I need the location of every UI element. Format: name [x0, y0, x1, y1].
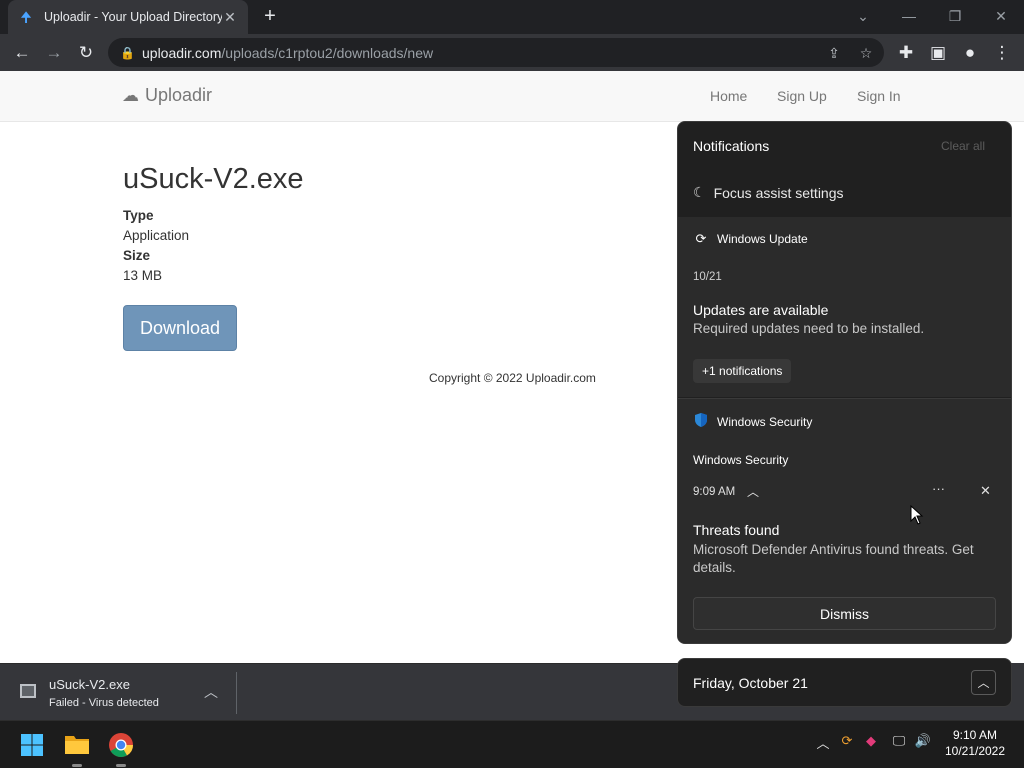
security-app-name: Windows Security [717, 414, 813, 429]
file-icon [20, 684, 36, 698]
focus-assist-link[interactable]: ☾ Focus assist settings [693, 184, 844, 201]
calendar-panel: Friday, October 21 ︿ [677, 658, 1012, 707]
download-button[interactable]: Download [123, 305, 237, 351]
taskbar: ︿ ⟳ ◆ 🖵 🔊 9:10 AM 10/21/2022 [0, 720, 1024, 768]
network-icon[interactable]: 🖵 [889, 733, 909, 749]
running-indicator [116, 764, 126, 767]
close-notification-icon[interactable]: ✕ [980, 483, 991, 499]
file-explorer-icon[interactable] [64, 732, 90, 758]
windows-start-icon[interactable] [20, 733, 44, 757]
system-clock[interactable]: 9:10 AM 10/21/2022 [938, 727, 1012, 759]
more-notifications-button[interactable]: +1 notifications [693, 359, 792, 383]
browser-toolbar: ← → ↻ 🔒 uploadir.com/uploads/c1rptou2/do… [0, 34, 1024, 71]
site-navbar: ☁ Uploadir Home Sign Up Sign In [0, 71, 1024, 122]
size-label: Size [123, 248, 151, 263]
chevron-up-icon[interactable]: ︿ [204, 682, 218, 702]
moon-icon: ☾ [693, 184, 706, 200]
size-value: 13 MB [123, 268, 163, 283]
close-tab-icon[interactable]: ✕ [222, 9, 238, 26]
volume-icon[interactable]: 🔊 [913, 733, 933, 749]
side-panel-icon[interactable]: ▣ [922, 34, 954, 71]
shield-icon [693, 412, 709, 431]
tab-search-icon[interactable]: ⌄ [840, 0, 886, 32]
clear-all-button[interactable]: Clear all [941, 139, 985, 153]
sync-icon: ⟳ [695, 231, 707, 246]
security-time: 9:09 AM [693, 486, 736, 498]
update-body: Required updates need to be installed. [693, 321, 925, 336]
forward-button[interactable]: → [38, 34, 70, 71]
tab-strip: 🠉 Uploadir - Your Upload Directory ✕ + ⌄… [0, 0, 1024, 34]
focus-assist-label: Focus assist settings [713, 184, 844, 201]
minimize-button[interactable]: — [886, 0, 932, 32]
address-bar[interactable]: 🔒 uploadir.com/uploads/c1rptou2/download… [108, 38, 884, 67]
reload-button[interactable]: ↻ [70, 34, 102, 71]
bookmark-star-icon[interactable]: ☆ [856, 43, 876, 63]
type-label: Type [123, 208, 154, 223]
restore-button[interactable]: ❐ [932, 0, 978, 32]
profile-avatar-icon[interactable]: ● [954, 34, 986, 71]
clock-date: 10/21/2022 [944, 744, 1006, 758]
windows-update-notification[interactable]: ⟳ Windows Update 10/21 Updates are avail… [678, 217, 1011, 397]
divider [236, 672, 237, 714]
site-brand[interactable]: ☁ Uploadir [122, 85, 212, 106]
threats-body: Microsoft Defender Antivirus found threa… [693, 542, 974, 575]
nav-signup-link[interactable]: Sign Up [777, 88, 827, 104]
download-status: Failed - Virus detected [49, 697, 159, 709]
download-bar: uSuck-V2.exe Failed - Virus detected ︿ [0, 663, 677, 720]
windows-security-notification[interactable]: Windows Security Windows Security 9:09 A… [678, 398, 1011, 643]
notifications-title: Notifications [693, 138, 770, 154]
more-options-icon[interactable]: ··· [932, 481, 945, 496]
close-window-button[interactable]: ✕ [978, 0, 1024, 32]
upload-arrow-icon: 🠉 [20, 9, 32, 25]
file-title: uSuck-V2.exe [123, 163, 304, 195]
threats-heading: Threats found [693, 522, 780, 538]
update-heading: Updates are available [693, 302, 829, 318]
download-file-name[interactable]: uSuck-V2.exe [49, 677, 130, 692]
browser-tab[interactable]: 🠉 Uploadir - Your Upload Directory ✕ [8, 0, 248, 34]
show-hidden-icons-icon[interactable]: ︿ [813, 733, 833, 752]
chevron-up-icon[interactable]: ︿ [747, 483, 759, 500]
lock-icon: 🔒 [120, 45, 135, 60]
copyright-text: Copyright © 2022 Uploadir.com [429, 371, 596, 385]
url-path: /uploads/c1rptou2/downloads/new [221, 44, 434, 61]
running-indicator [72, 764, 82, 767]
brand-label: Uploadir [145, 85, 213, 105]
tab-title: Uploadir - Your Upload Directory [44, 10, 222, 24]
new-tab-button[interactable]: + [258, 5, 282, 29]
mouse-cursor [910, 504, 924, 530]
chrome-icon[interactable] [108, 732, 134, 758]
update-app-name: Windows Update [717, 232, 808, 246]
share-icon[interactable]: ⇪ [824, 43, 844, 63]
notification-center: Notifications Clear all ☾ Focus assist s… [677, 121, 1012, 644]
security-sender: Windows Security [693, 453, 789, 467]
app-tray-icon[interactable]: ◆ [861, 733, 881, 749]
cloud-icon: ☁ [122, 85, 139, 105]
back-button[interactable]: ← [6, 34, 38, 71]
nav-signin-link[interactable]: Sign In [857, 88, 901, 104]
update-sync-icon[interactable]: ⟳ [837, 733, 857, 749]
security-app-header: Windows Security [693, 412, 812, 431]
expand-calendar-button[interactable]: ︿ [971, 670, 996, 695]
url-host: uploadir.com [142, 44, 222, 61]
type-value: Application [123, 228, 190, 243]
calendar-date: Friday, October 21 [693, 675, 808, 691]
update-app-header: ⟳ Windows Update [693, 231, 808, 247]
menu-kebab-icon[interactable]: ⋮ [986, 34, 1018, 71]
update-date: 10/21 [693, 271, 722, 283]
dismiss-button[interactable]: Dismiss [693, 597, 996, 630]
extensions-icon[interactable]: ✚ [890, 34, 922, 71]
clock-time: 9:10 AM [952, 728, 998, 742]
nav-home-link[interactable]: Home [710, 88, 747, 104]
